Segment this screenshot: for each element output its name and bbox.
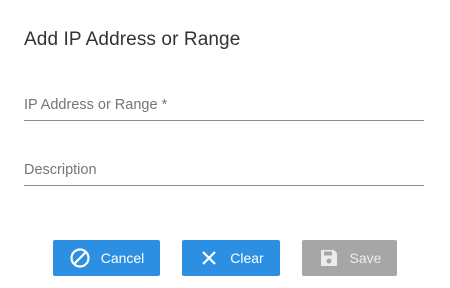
add-ip-dialog: Add IP Address or Range Cancel Clear (0, 0, 450, 288)
save-button[interactable]: Save (302, 240, 397, 276)
description-field (24, 155, 424, 187)
description-input[interactable] (24, 155, 424, 186)
save-button-label: Save (349, 250, 382, 266)
cancel-button-label: Cancel (100, 250, 145, 266)
close-icon (198, 247, 220, 269)
clear-button-label: Clear (230, 250, 264, 266)
ip-address-input[interactable] (24, 90, 424, 121)
dialog-title: Add IP Address or Range (24, 29, 241, 50)
clear-button[interactable]: Clear (182, 240, 280, 276)
ip-address-field (24, 90, 424, 122)
cancel-circle-icon (69, 247, 91, 269)
cancel-button[interactable]: Cancel (53, 240, 160, 276)
floppy-disk-icon (318, 247, 340, 269)
